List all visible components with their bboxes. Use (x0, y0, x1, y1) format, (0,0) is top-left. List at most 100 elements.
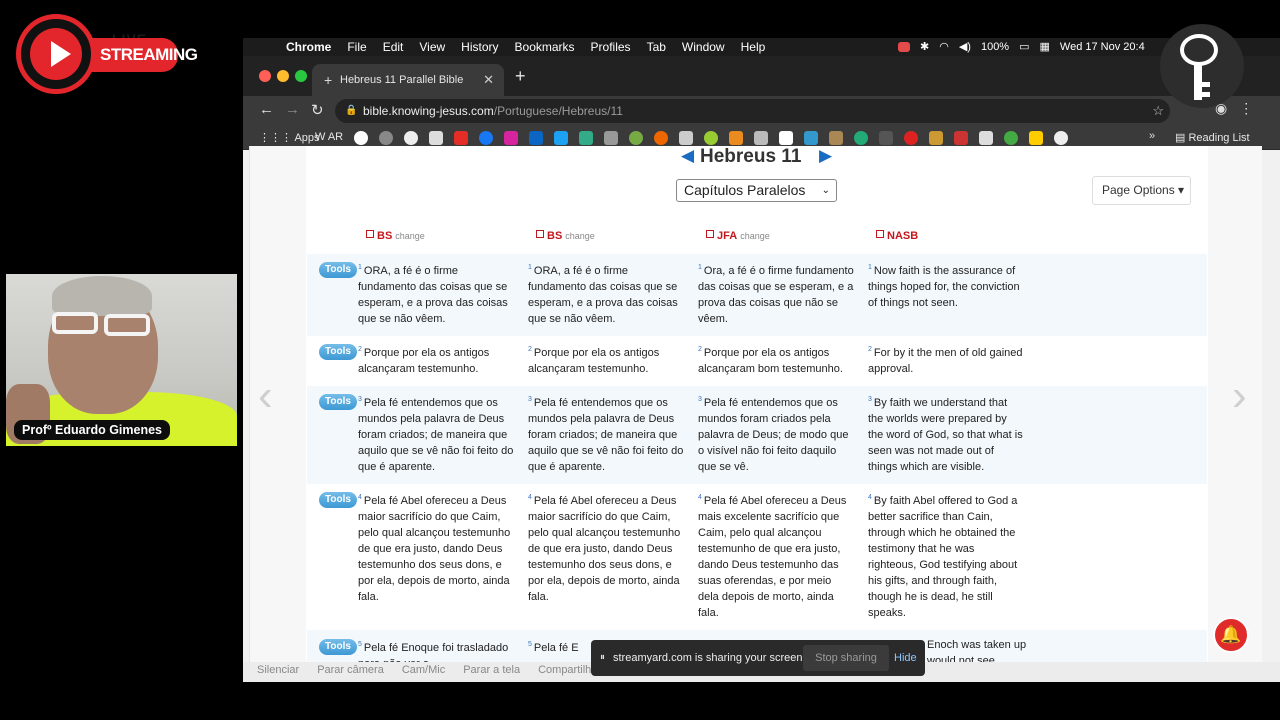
bookmark-red-icon[interactable] (904, 131, 919, 145)
tools-button[interactable]: Tools (319, 492, 357, 508)
bookmarks-more-icon[interactable]: » (1149, 130, 1155, 142)
next-chapter-icon[interactable]: ▶ (819, 146, 832, 166)
lock-icon[interactable]: 🔒 (345, 99, 357, 123)
prev-chapter-icon[interactable]: ◀ (681, 146, 694, 166)
back-icon[interactable]: ← (259, 101, 274, 118)
verse-text: 3 Pela fé entendemos que os mundos pela p… (358, 396, 514, 473)
bookmark-tool-icon[interactable] (754, 131, 769, 145)
stop-sharing-button[interactable]: Stop sharing (803, 645, 889, 671)
stop-screen-button[interactable]: Parar a tela (463, 664, 520, 676)
change-link[interactable]: change (565, 231, 595, 241)
record-icon[interactable] (898, 42, 910, 52)
bookmark-chart-icon[interactable] (879, 131, 894, 145)
notification-bell-icon[interactable]: 🔔 (1213, 617, 1249, 653)
bookmark-fire-icon[interactable] (654, 131, 669, 145)
tools-button[interactable]: Tools (319, 344, 357, 360)
battery-icon[interactable]: ▭ (1019, 38, 1029, 56)
page-options-button[interactable]: Page Options ▾ (1092, 176, 1191, 205)
bookmark-gmail-icon[interactable] (954, 131, 969, 145)
bookmark-facebook-icon[interactable] (479, 131, 494, 145)
verse-row: Tools 4 Pela fé Abel ofereceu a Deus maio… (307, 484, 1207, 630)
verse-text: 4 Pela fé Abel ofereceu a Deus maior sacr… (358, 494, 511, 603)
bookmark-site-icon[interactable] (579, 131, 594, 145)
tools-button[interactable]: Tools (319, 262, 357, 278)
bookmark-yellow-icon[interactable] (929, 131, 944, 145)
bookmark-plus-icon[interactable] (779, 131, 794, 145)
bookmark-maps-icon[interactable] (1004, 131, 1019, 145)
menu-bookmarks[interactable]: Bookmarks (515, 38, 575, 56)
stop-camera-button[interactable]: Parar câmera (317, 664, 384, 676)
tab-hebreus[interactable]: + Hebreus 11 Parallel Bible ✕ (312, 64, 504, 96)
bluetooth-icon[interactable]: ✱ (920, 38, 929, 56)
minimize-window-button[interactable] (277, 70, 289, 82)
bookmark-wordpress-icon[interactable]: W AR (315, 131, 343, 145)
cam-mic-button[interactable]: Cam/Mic (402, 664, 445, 676)
version-header-2[interactable]: BS change (536, 230, 595, 242)
bookmark-globe-icon[interactable] (629, 131, 644, 145)
play-logo-icon (16, 14, 96, 94)
menu-profiles[interactable]: Profiles (591, 38, 631, 56)
version-header-4[interactable]: NASB (876, 230, 918, 242)
version-header-1[interactable]: BS change (366, 230, 425, 242)
address-bar[interactable]: 🔒 bible.knowing-jesus.com/Portuguese/Heb… (335, 99, 1170, 123)
mute-button[interactable]: Silenciar (257, 664, 299, 676)
parallel-select[interactable]: Capítulos Paralelos ⌄ (676, 179, 837, 202)
clock[interactable]: Wed 17 Nov 20:4 (1060, 38, 1145, 56)
bookmark-blue-icon[interactable] (804, 131, 819, 145)
menu-help[interactable]: Help (741, 38, 766, 56)
menu-tab[interactable]: Tab (647, 38, 666, 56)
close-window-button[interactable] (259, 70, 271, 82)
bookmark-teal-icon[interactable] (854, 131, 869, 145)
version-header-3[interactable]: JFA change (706, 230, 770, 242)
tools-button[interactable]: Tools (319, 639, 357, 655)
prev-chapter-arrow-icon[interactable]: ‹ (258, 371, 273, 421)
verse-text: 3 By faith we understand that the worlds … (868, 396, 1023, 473)
verse-text: 3 Pela fé entendemos que os mundos pela p… (528, 396, 684, 473)
verse-text: 4 Pela fé Abel ofereceu a Deus mais excel… (698, 494, 847, 619)
menu-dots-icon[interactable]: ⋮ (1239, 100, 1253, 117)
menu-view[interactable]: View (419, 38, 445, 56)
hide-banner-button[interactable]: Hide (894, 640, 917, 676)
forward-icon[interactable]: → (285, 101, 300, 118)
bookmark-world-icon[interactable] (1054, 131, 1069, 145)
bookmark-linkedin-icon[interactable] (529, 131, 544, 145)
bookmark-apps[interactable]: ⋮⋮⋮ Apps (259, 131, 320, 144)
webcam-feed: Profº Eduardo Gimenes (6, 274, 237, 446)
volume-icon[interactable]: ◀) (959, 38, 971, 56)
url-path: /Portuguese/Hebreus/11 (493, 104, 623, 118)
change-link[interactable]: change (395, 231, 425, 241)
tools-button[interactable]: Tools (319, 394, 357, 410)
bookmark-instagram-icon[interactable] (504, 131, 519, 145)
verse-text: 4 Pela fé Abel ofereceu a Deus maior sacr… (528, 494, 681, 603)
wifi-icon[interactable]: ◠ (939, 38, 949, 56)
menu-chrome[interactable]: Chrome (286, 38, 331, 56)
calendar-icon[interactable]: ▦ (1040, 38, 1050, 56)
zoom-window-button[interactable] (295, 70, 307, 82)
bookmark-s-icon[interactable] (1029, 131, 1044, 145)
reading-list[interactable]: ▤ Reading List (1175, 131, 1250, 144)
menu-history[interactable]: History (461, 38, 498, 56)
bookmark-doc-icon[interactable] (604, 131, 619, 145)
menu-window[interactable]: Window (682, 38, 725, 56)
bookmark-google-icon[interactable] (354, 131, 369, 145)
change-link[interactable]: change (740, 231, 770, 241)
new-tab-icon[interactable]: + (515, 66, 526, 87)
bookmark-in-icon[interactable] (729, 131, 744, 145)
bookmark-trash-icon[interactable] (429, 131, 444, 145)
bookmark-green-icon[interactable] (704, 131, 719, 145)
reload-icon[interactable]: ↻ (311, 101, 324, 119)
menu-edit[interactable]: Edit (383, 38, 404, 56)
bookmark-apple-icon[interactable] (379, 131, 394, 145)
next-chapter-arrow-icon[interactable]: › (1232, 371, 1247, 421)
bookmark-star-icon[interactable]: ☆ (1152, 99, 1164, 123)
bookmark-youtube-icon[interactable] (454, 131, 469, 145)
bookmark-grid-icon[interactable] (679, 131, 694, 145)
bookmark-x-icon[interactable] (404, 131, 419, 145)
menu-file[interactable]: File (347, 38, 366, 56)
bookmark-twitter-icon[interactable] (554, 131, 569, 145)
verse-text: 2 Porque por ela os antigos alcançaram bo… (698, 346, 843, 375)
bookmark-calendar-icon[interactable] (979, 131, 994, 145)
url-host: bible.knowing-jesus.com (363, 104, 494, 118)
bookmark-photo-icon[interactable] (829, 131, 844, 145)
tab-close-icon[interactable]: ✕ (483, 64, 494, 96)
